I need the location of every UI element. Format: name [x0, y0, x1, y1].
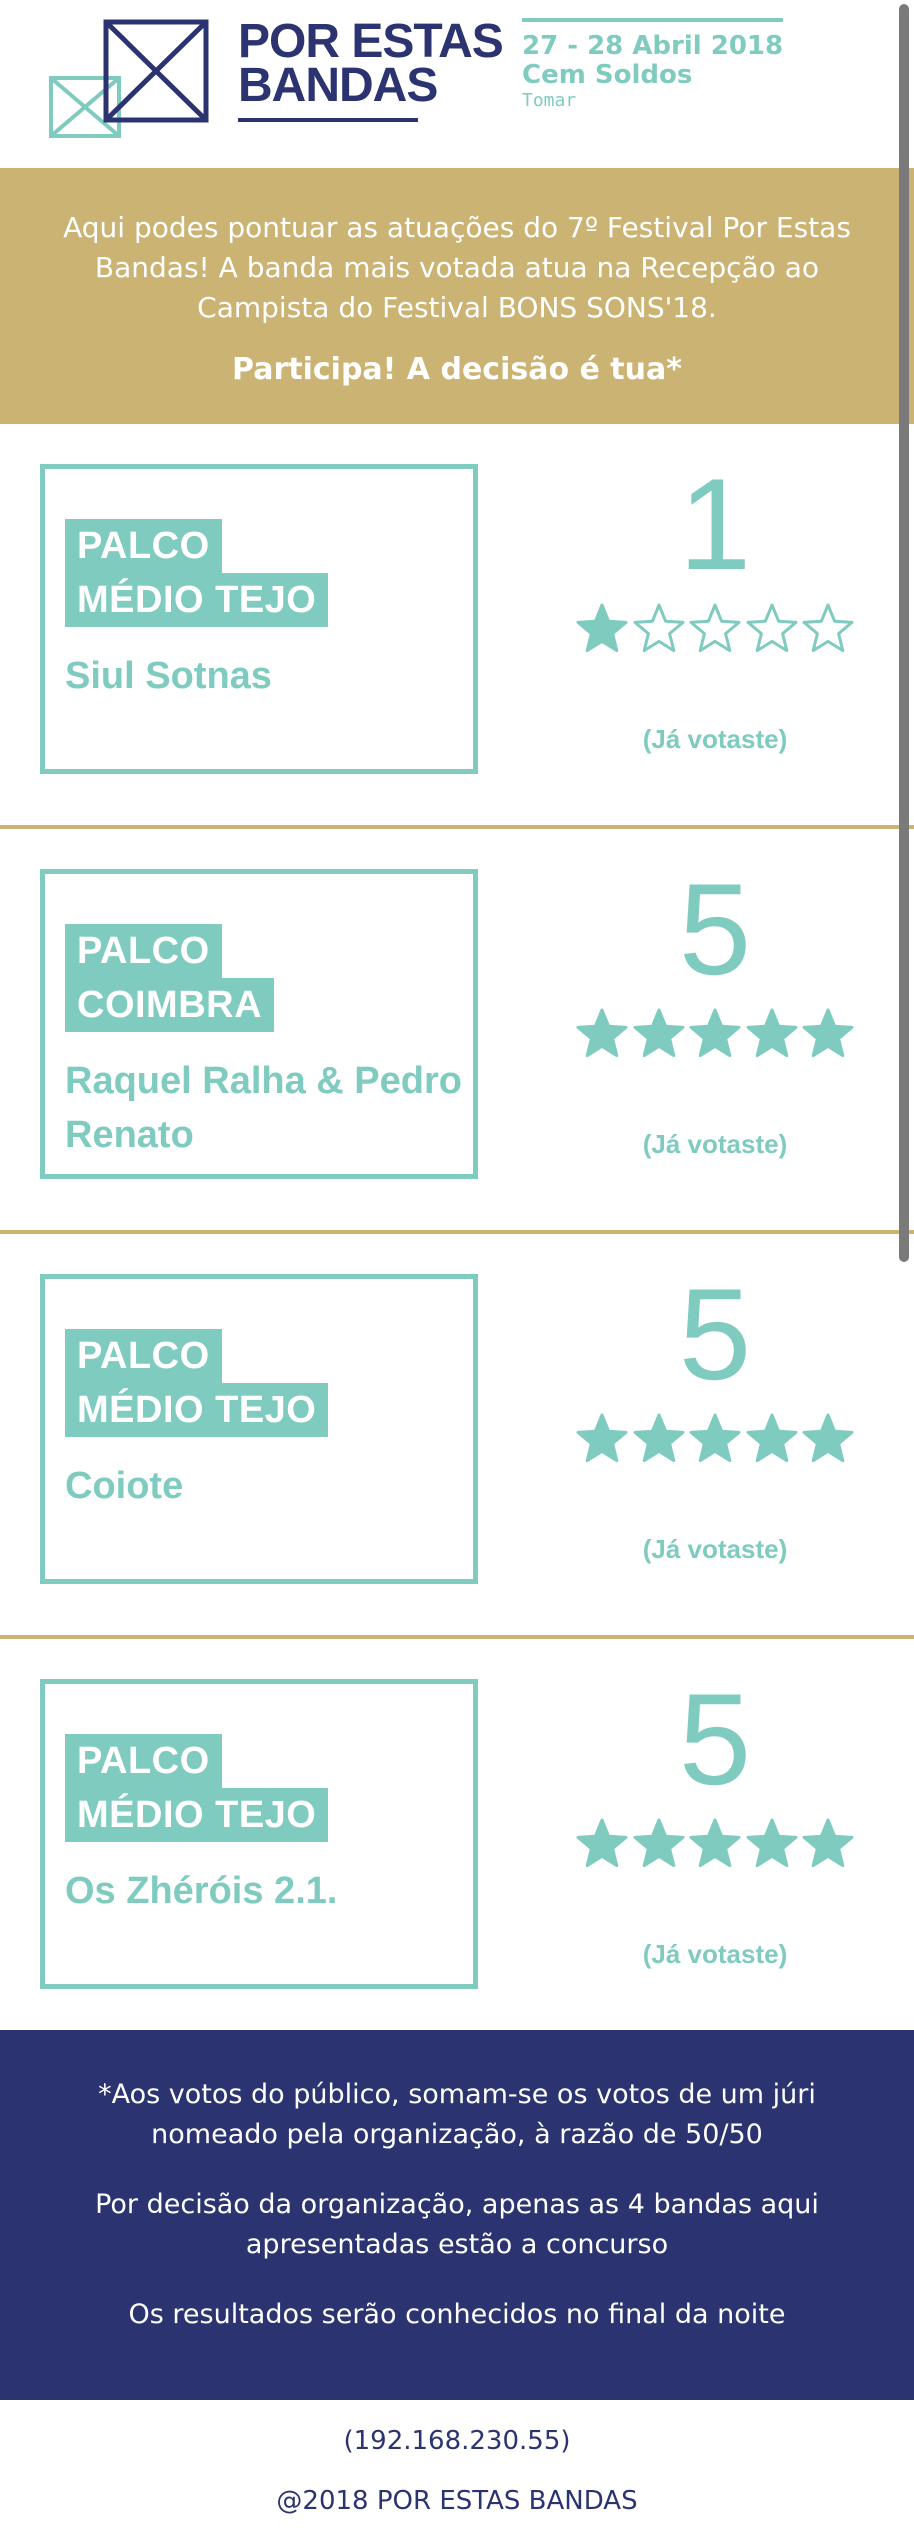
stage-label-line2: MÉDIO TEJO: [65, 573, 329, 627]
band-name: Os Zhéróis 2.1.: [65, 1870, 338, 1912]
star-empty-icon[interactable]: [745, 602, 799, 656]
stage-label-line1: PALCO: [65, 1329, 222, 1383]
star-filled-icon[interactable]: [575, 1817, 629, 1871]
brand-title: POR ESTAS BANDAS: [238, 15, 504, 112]
footer: (192.168.230.55) @2018 POR ESTAS BANDAS: [0, 2400, 914, 2542]
star-rating[interactable]: [575, 602, 855, 662]
header: POR ESTAS BANDAS 27 - 28 Abril 2018 Cem …: [0, 0, 914, 168]
band-name: Siul Sotnas: [65, 655, 272, 697]
band-card: PALCO COIMBRA Raquel Ralha & Pedro Renat…: [40, 869, 478, 1179]
star-filled-icon[interactable]: [632, 1817, 686, 1871]
star-filled-icon[interactable]: [801, 1007, 855, 1061]
score-value: 5: [678, 1666, 752, 1812]
score-value: 5: [678, 856, 752, 1002]
voted-status: (Já votaste): [642, 1129, 788, 1159]
stage-label-line2: MÉDIO TEJO: [65, 1383, 329, 1437]
note-jury: *Aos votos do público, somam-se os votos…: [98, 2079, 816, 2150]
event-place: Cem Soldos: [522, 60, 693, 90]
star-filled-icon[interactable]: [575, 602, 629, 656]
star-empty-icon[interactable]: [801, 602, 855, 656]
stage-tag: PALCO COIMBRA: [65, 924, 275, 1032]
voted-status: (Já votaste): [642, 724, 788, 754]
star-filled-icon[interactable]: [745, 1817, 799, 1871]
band-entry: PALCO MÉDIO TEJO Siul Sotnas 1 (Já votas…: [0, 424, 914, 829]
intro-cta: Participa! A decisão é tua*: [232, 352, 682, 387]
stage-tag: PALCO MÉDIO TEJO: [65, 1329, 329, 1437]
page: POR ESTAS BANDAS 27 - 28 Abril 2018 Cem …: [0, 0, 914, 2542]
star-filled-icon[interactable]: [688, 1412, 742, 1466]
stage-label-line1: PALCO: [65, 1734, 222, 1788]
band-name: Coiote: [65, 1465, 184, 1507]
star-filled-icon[interactable]: [745, 1412, 799, 1466]
scrollbar-thumb[interactable]: [899, 4, 909, 1262]
note-contest: Por decisão da organização, apenas as 4 …: [95, 2189, 819, 2260]
voted-status: (Já votaste): [642, 1939, 788, 1969]
brand-title-line1: POR ESTAS: [238, 15, 504, 68]
voted-status: (Já votaste): [642, 1534, 788, 1564]
band-card: PALCO MÉDIO TEJO Os Zhéróis 2.1.: [40, 1679, 478, 1989]
entries-list: PALCO MÉDIO TEJO Siul Sotnas 1 (Já votas…: [0, 424, 914, 2044]
star-filled-icon[interactable]: [632, 1007, 686, 1061]
envelope-logo-icon: [49, 19, 209, 138]
event-dates: 27 - 28 Abril 2018: [522, 31, 784, 61]
star-filled-icon[interactable]: [745, 1007, 799, 1061]
ip-address: (192.168.230.55): [343, 2426, 571, 2456]
scrollbar[interactable]: [897, 0, 914, 2542]
star-rating[interactable]: [575, 1412, 855, 1472]
stage-label-line1: PALCO: [65, 519, 222, 573]
stage-label-line2: COIMBRA: [65, 978, 275, 1032]
star-filled-icon[interactable]: [688, 1007, 742, 1061]
stage-tag: PALCO MÉDIO TEJO: [65, 1734, 329, 1842]
event-city: Tomar: [522, 90, 577, 111]
star-filled-icon[interactable]: [801, 1412, 855, 1466]
star-rating[interactable]: [575, 1007, 855, 1067]
event-info: 27 - 28 Abril 2018 Cem Soldos Tomar: [522, 18, 784, 112]
band-card: PALCO MÉDIO TEJO Coiote: [40, 1274, 478, 1584]
band-entry: PALCO MÉDIO TEJO Os Zhéróis 2.1. 5 (Já v…: [0, 1639, 914, 2044]
stage-tag: PALCO MÉDIO TEJO: [65, 519, 329, 627]
star-filled-icon[interactable]: [575, 1007, 629, 1061]
band-entry: PALCO MÉDIO TEJO Coiote 5 (Já votaste): [0, 1234, 914, 1639]
stage-label-line2: MÉDIO TEJO: [65, 1788, 329, 1842]
star-filled-icon[interactable]: [801, 1817, 855, 1871]
intro-banner: Aqui podes pontuar as atuações do 7º Fes…: [0, 168, 914, 424]
star-filled-icon[interactable]: [632, 1412, 686, 1466]
brand-title-line2: BANDAS: [238, 59, 438, 112]
info-note: *Aos votos do público, somam-se os votos…: [0, 2030, 914, 2400]
star-rating[interactable]: [575, 1817, 855, 1877]
score-value: 5: [678, 1261, 752, 1407]
star-empty-icon[interactable]: [632, 602, 686, 656]
score-value: 1: [678, 451, 752, 597]
note-results: Os resultados serão conhecidos no final …: [128, 2299, 786, 2330]
band-card: PALCO MÉDIO TEJO Siul Sotnas: [40, 464, 478, 774]
intro-text: Aqui podes pontuar as atuações do 7º Fes…: [63, 211, 851, 324]
band-name: Raquel Ralha & Pedro Renato: [65, 1060, 462, 1156]
star-empty-icon[interactable]: [688, 602, 742, 656]
brand-underline: [238, 118, 418, 122]
band-entry: PALCO COIMBRA Raquel Ralha & Pedro Renat…: [0, 829, 914, 1234]
star-filled-icon[interactable]: [575, 1412, 629, 1466]
copyright: @2018 POR ESTAS BANDAS: [276, 2486, 638, 2516]
star-filled-icon[interactable]: [688, 1817, 742, 1871]
stage-label-line1: PALCO: [65, 924, 222, 978]
